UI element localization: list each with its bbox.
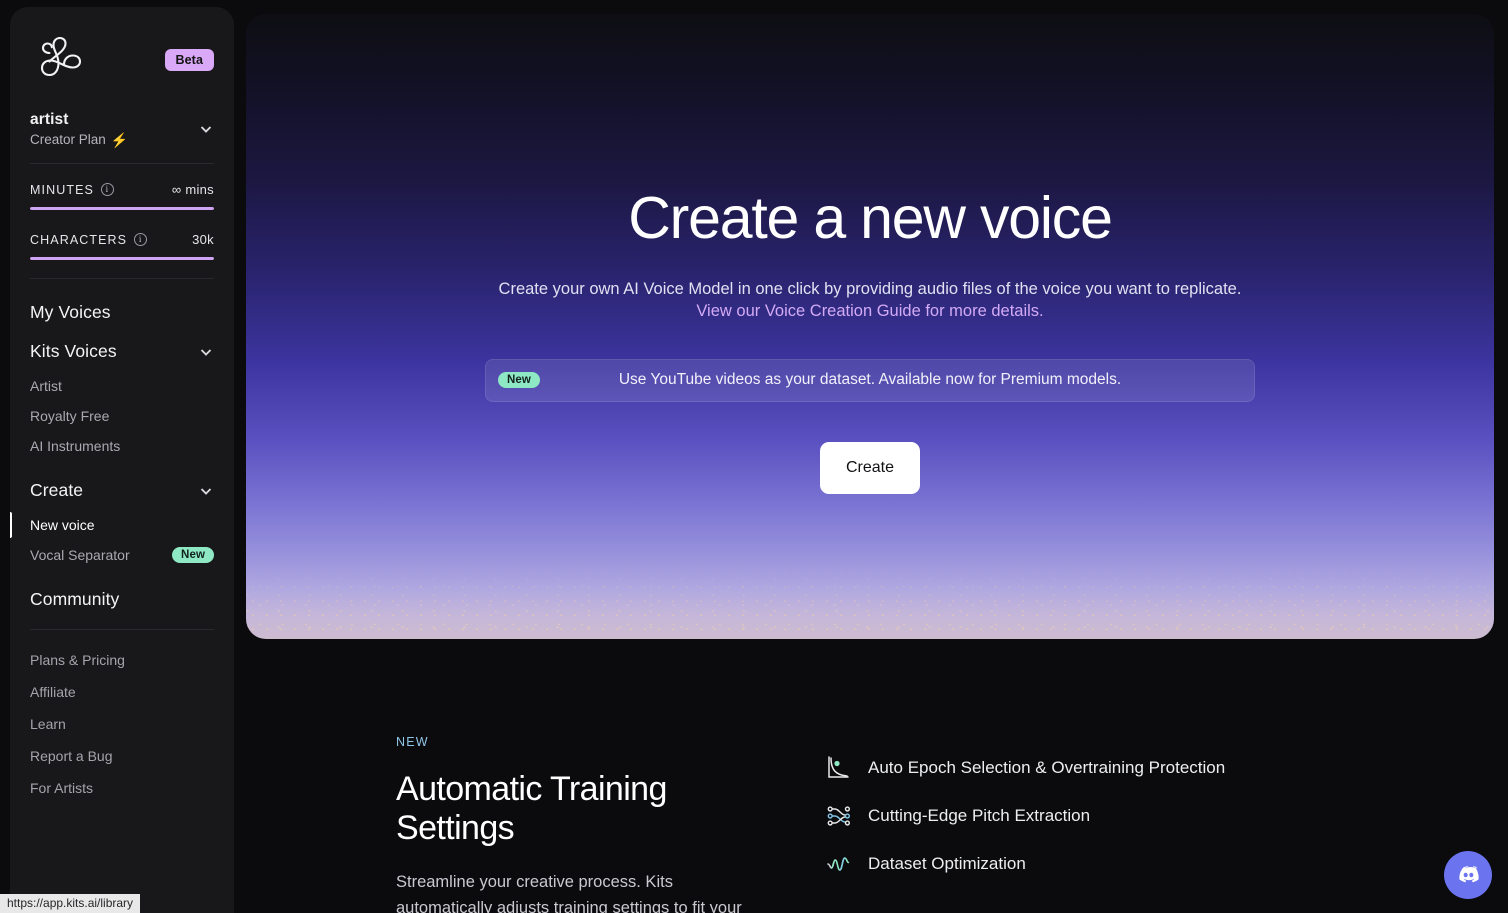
- sidebar-link-report-a-bug[interactable]: Report a Bug: [10, 740, 234, 772]
- create-button[interactable]: Create: [820, 441, 920, 494]
- promo-title: Automatic Training Settings: [396, 770, 667, 847]
- account-plan: Creator Plan ⚡: [30, 132, 128, 147]
- characters-meter-head: CHARACTERS i 30k: [30, 232, 214, 247]
- hero-banner: Create a new voice Create your own AI Vo…: [246, 14, 1494, 639]
- minutes-meter-label-group: MINUTES i: [30, 183, 114, 197]
- characters-meter-label-group: CHARACTERS i: [30, 232, 148, 247]
- sidebar-item-vocal-separator[interactable]: Vocal Separator New: [10, 540, 234, 570]
- page-title: Create a new voice: [628, 185, 1113, 251]
- sidebar-item-label: New voice: [30, 517, 95, 533]
- sidebar-nav: My Voices Kits Voices Artist Royalty Fre…: [10, 279, 234, 913]
- new-badge: New: [498, 372, 540, 389]
- sidebar-item-label: Create: [30, 480, 84, 500]
- sidebar-item-artist[interactable]: Artist: [10, 371, 234, 401]
- sidebar-item-label: My Voices: [30, 302, 111, 322]
- usage-meters: MINUTES i ∞ mins CHARACTERS i 30k: [10, 164, 234, 278]
- sidebar-header: Beta artist Creator Plan ⚡: [10, 7, 234, 163]
- sidebar-item-label: Artist: [30, 378, 62, 394]
- minutes-meter: MINUTES i ∞ mins: [30, 182, 214, 210]
- discord-button[interactable]: [1444, 851, 1492, 899]
- main-content: Create a new voice Create your own AI Vo…: [234, 0, 1508, 913]
- banner-text: Use YouTube videos as your dataset. Avai…: [618, 371, 1122, 389]
- chevron-down-icon[interactable]: [198, 483, 214, 499]
- sidebar-item-royalty-free[interactable]: Royalty Free: [10, 401, 234, 431]
- account-plan-label: Creator Plan: [30, 132, 106, 147]
- sidebar-item-ai-instruments[interactable]: AI Instruments: [10, 431, 234, 461]
- promo-kicker: NEW: [396, 735, 429, 749]
- logo-row: Beta: [30, 29, 214, 91]
- info-icon[interactable]: i: [134, 233, 148, 246]
- account-name: artist: [30, 111, 69, 128]
- minutes-meter-label: MINUTES: [30, 182, 94, 197]
- sidebar-link-affiliate[interactable]: Affiliate: [10, 676, 234, 708]
- feature-item-auto-epoch: Auto Epoch Selection & Overtraining Prot…: [826, 744, 1225, 792]
- sidebar-item-label: Royalty Free: [30, 408, 110, 424]
- kits-ampersand-logo-icon[interactable]: [30, 32, 90, 88]
- characters-progress-bar: [30, 257, 214, 260]
- sidebar-link-learn[interactable]: Learn: [10, 708, 234, 740]
- waveform-icon: [827, 857, 850, 871]
- feature-item-dataset-optimization: Dataset Optimization: [826, 840, 1225, 888]
- hero-subtitle: Create your own AI Voice Model in one cl…: [498, 280, 1242, 298]
- info-icon[interactable]: i: [100, 183, 114, 196]
- status-bar-url: https://app.kits.ai/library: [0, 894, 141, 913]
- promo-text-column: NEW Automatic Training Settings Streamli…: [246, 735, 766, 913]
- promo-feature-list: Auto Epoch Selection & Overtraining Prot…: [826, 735, 1225, 888]
- sidebar-item-create[interactable]: Create: [10, 471, 234, 510]
- characters-meter-value: 30k: [192, 232, 214, 247]
- sidebar-item-label: Vocal Separator: [30, 547, 130, 563]
- sidebar-item-label: Community: [30, 589, 120, 609]
- sidebar-link-for-artists[interactable]: For Artists: [10, 772, 234, 804]
- characters-meter: CHARACTERS i 30k: [30, 232, 214, 260]
- youtube-dataset-banner[interactable]: New Use YouTube videos as your dataset. …: [485, 358, 1255, 402]
- sidebar-link-plans-pricing[interactable]: Plans & Pricing: [10, 644, 234, 676]
- account-info: artist Creator Plan ⚡: [30, 111, 128, 147]
- sidebar-item-my-voices[interactable]: My Voices: [10, 293, 234, 332]
- voice-creation-guide-link[interactable]: View our Voice Creation Guide for more d…: [696, 302, 1043, 321]
- lightning-bolt-icon: ⚡: [110, 131, 129, 148]
- discord-icon: [1458, 865, 1479, 882]
- feature-label: Auto Epoch Selection & Overtraining Prot…: [868, 758, 1226, 777]
- minutes-meter-head: MINUTES i ∞ mins: [30, 182, 214, 197]
- chevron-down-icon[interactable]: [198, 121, 214, 137]
- beta-badge: Beta: [164, 49, 214, 71]
- sidebar-item-label: AI Instruments: [30, 438, 121, 454]
- hero-inner: Create a new voice Create your own AI Vo…: [246, 14, 1494, 494]
- feature-label: Cutting-Edge Pitch Extraction: [868, 806, 1091, 825]
- promo-description: Streamline your creative process. Kits a…: [396, 873, 742, 913]
- minutes-progress-bar: [30, 207, 214, 210]
- chevron-down-icon[interactable]: [198, 344, 214, 360]
- pitch-nodes-icon: [827, 806, 850, 826]
- app-root: Beta artist Creator Plan ⚡ MINUTES i ∞ m…: [0, 0, 1508, 913]
- sidebar-item-kits-voices[interactable]: Kits Voices: [10, 332, 234, 371]
- account-switcher[interactable]: artist Creator Plan ⚡: [30, 111, 214, 163]
- minutes-meter-value: ∞ mins: [171, 182, 214, 197]
- new-badge: New: [172, 547, 214, 563]
- sidebar-item-label: Kits Voices: [30, 341, 117, 361]
- decay-curve-chart-icon: [828, 756, 849, 778]
- sidebar-item-community[interactable]: Community: [10, 580, 234, 619]
- sidebar-footer-links: Plans & Pricing Affiliate Learn Report a…: [10, 630, 234, 818]
- promo-section: NEW Automatic Training Settings Streamli…: [246, 639, 1494, 913]
- sidebar-item-new-voice[interactable]: New voice: [10, 510, 234, 540]
- sidebar: Beta artist Creator Plan ⚡ MINUTES i ∞ m…: [10, 7, 234, 913]
- feature-item-pitch-extraction: Cutting-Edge Pitch Extraction: [826, 792, 1225, 840]
- characters-meter-label: CHARACTERS: [30, 232, 128, 247]
- feature-label: Dataset Optimization: [868, 854, 1026, 873]
